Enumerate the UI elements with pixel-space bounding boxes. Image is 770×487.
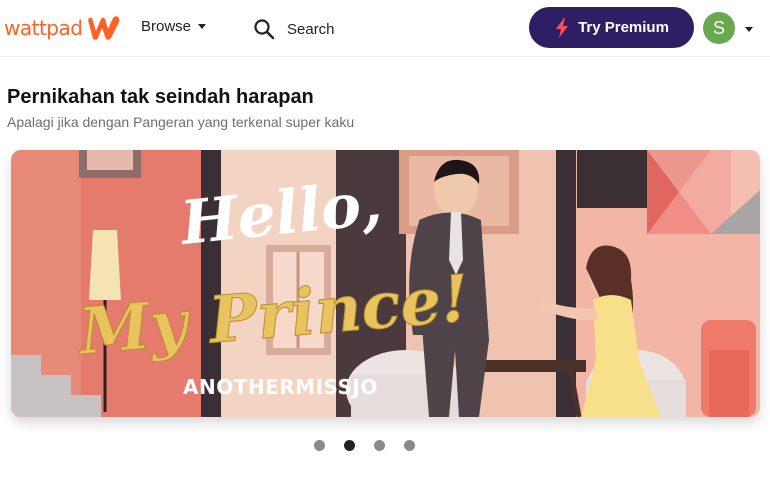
chevron-down-icon[interactable] (745, 27, 753, 32)
search-placeholder: Search (287, 20, 335, 38)
chevron-down-icon (198, 24, 207, 29)
carousel-dot-active[interactable] (344, 440, 355, 451)
browse-menu[interactable]: Browse (141, 18, 207, 35)
wattpad-logo[interactable]: wattpad (4, 14, 122, 42)
try-premium-label: Try Premium (578, 19, 669, 36)
cover-illustration: Hello, My Prince! ANOTHERMISSJO (11, 150, 760, 417)
search-icon (254, 19, 275, 40)
story-cover-banner[interactable]: Hello, My Prince! ANOTHERMISSJO (11, 150, 760, 417)
wattpad-w-icon (88, 16, 120, 40)
logo-text: wattpad (4, 16, 83, 40)
try-premium-button[interactable]: Try Premium (529, 7, 694, 48)
user-avatar[interactable]: S (703, 12, 735, 44)
search-bar[interactable]: Search (253, 16, 493, 42)
story-title: Pernikahan tak seindah harapan (7, 86, 314, 108)
cover-author: ANOTHERMISSJO (183, 375, 378, 399)
bolt-icon (556, 17, 569, 38)
carousel-dot[interactable] (314, 440, 325, 451)
carousel-dot[interactable] (404, 440, 415, 451)
carousel-dot[interactable] (374, 440, 385, 451)
carousel-pagination (314, 440, 434, 451)
top-navbar: wattpad Browse Search Try Premium S (0, 0, 770, 57)
avatar-initial: S (712, 17, 725, 38)
story-subtitle: Apalagi jika dengan Pangeran yang terken… (7, 114, 355, 130)
browse-label: Browse (141, 18, 192, 35)
